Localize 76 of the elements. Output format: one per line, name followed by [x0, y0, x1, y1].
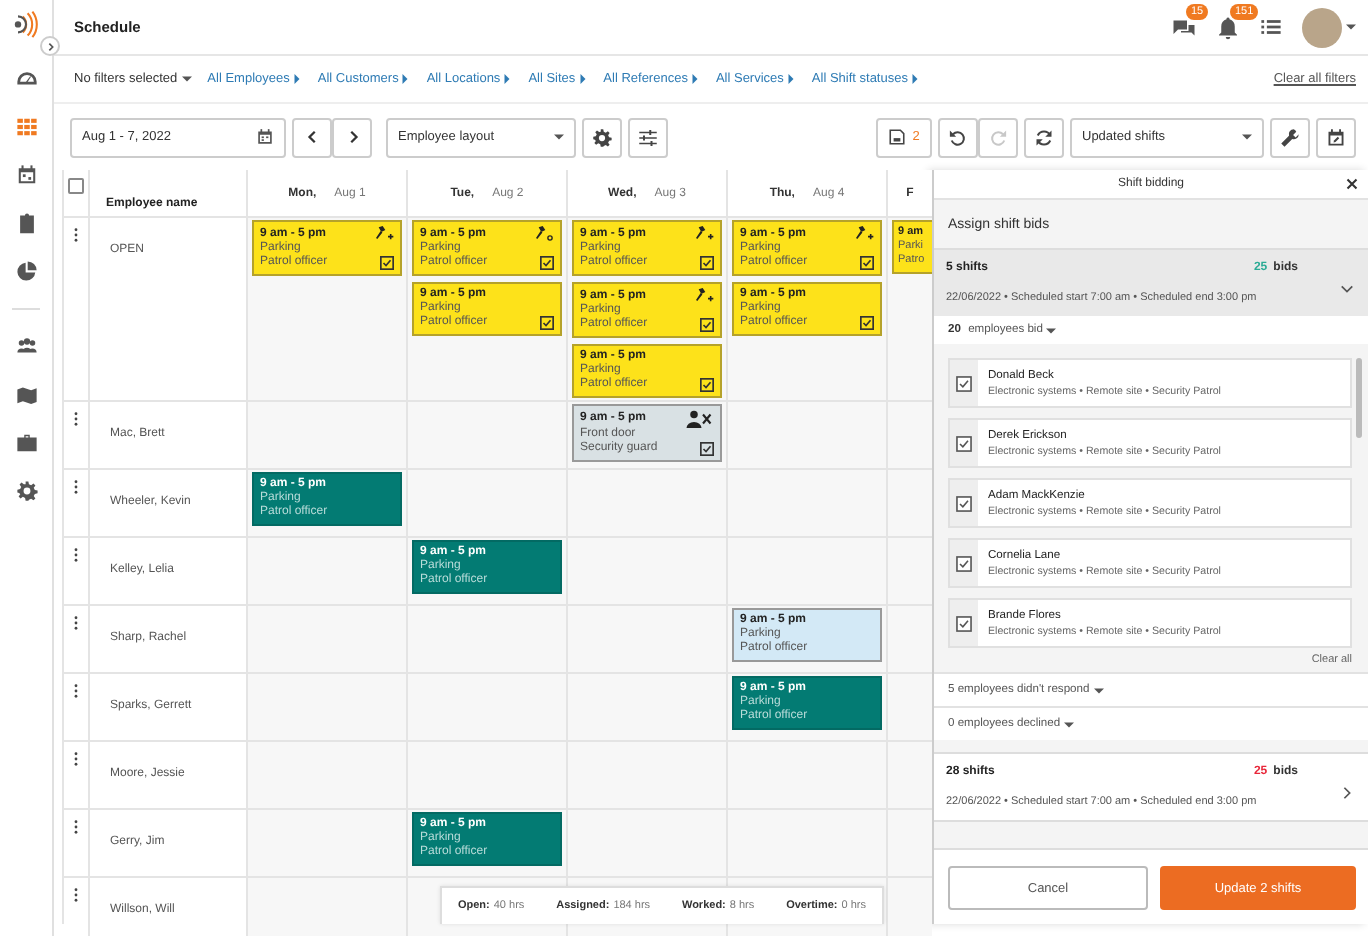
- schedule-cell[interactable]: [248, 674, 408, 740]
- caret-icon: [181, 74, 192, 84]
- checkbox[interactable]: [956, 435, 972, 451]
- remove-person-icon: [686, 410, 714, 428]
- undo-button[interactable]: [938, 117, 978, 157]
- caret-icon: [1242, 132, 1252, 142]
- schedule-cell[interactable]: [248, 878, 408, 936]
- save-icon: [888, 128, 907, 146]
- checkbox[interactable]: [956, 555, 972, 571]
- schedule-cell[interactable]: [888, 402, 932, 468]
- schedule-cell[interactable]: [248, 810, 408, 876]
- close-button[interactable]: [1346, 178, 1358, 190]
- pie-icon[interactable]: [15, 260, 37, 282]
- checkbox[interactable]: [956, 615, 972, 631]
- people-icon[interactable]: [15, 336, 37, 358]
- caret-icon: [689, 74, 700, 84]
- schedule-cell[interactable]: [888, 742, 932, 808]
- schedule-cell[interactable]: [248, 538, 408, 604]
- chevron-right-icon: [345, 130, 359, 144]
- map-icon[interactable]: [15, 384, 37, 406]
- checkbox[interactable]: [956, 375, 972, 391]
- checkbox[interactable]: [956, 495, 972, 511]
- chat-icon[interactable]: [1172, 15, 1196, 39]
- schedule-cell[interactable]: [888, 810, 932, 876]
- caret-icon: [909, 74, 920, 84]
- calendar-icon[interactable]: [15, 164, 37, 186]
- menu-icon[interactable]: [1260, 16, 1282, 38]
- schedule-cell[interactable]: [248, 402, 408, 468]
- schedule-cell[interactable]: [248, 742, 408, 808]
- caret-icon: [502, 74, 513, 84]
- caret-icon: [1046, 325, 1057, 335]
- wrench-icon: [1280, 127, 1300, 147]
- sliders-button[interactable]: [628, 117, 668, 157]
- caret-icon: [554, 132, 564, 142]
- schedule-cell[interactable]: [888, 470, 932, 536]
- scrollbar[interactable]: [1356, 358, 1362, 438]
- gear-icon[interactable]: [15, 480, 37, 502]
- settings-icon: [592, 127, 612, 147]
- clipboard-icon[interactable]: [15, 212, 37, 234]
- caret-icon: [1346, 22, 1356, 32]
- briefcase-icon[interactable]: [15, 432, 37, 454]
- calendar-edit-icon: [1326, 127, 1346, 147]
- select-all-checkbox[interactable]: [68, 178, 84, 194]
- gauge-icon[interactable]: [15, 68, 37, 90]
- grid-icon[interactable]: [15, 116, 37, 138]
- close-icon: [1346, 178, 1358, 190]
- caret-icon: [785, 74, 796, 84]
- caret-icon: [400, 74, 411, 84]
- refresh-button[interactable]: [1024, 117, 1064, 157]
- caret-icon: [1093, 685, 1104, 695]
- caret-icon: [1064, 719, 1075, 729]
- caret-icon: [291, 74, 302, 84]
- schedule-cell[interactable]: [888, 606, 932, 672]
- caret-icon: [577, 74, 588, 84]
- bell-icon[interactable]: [1216, 15, 1240, 39]
- avatar[interactable]: [1302, 7, 1342, 47]
- chevron-down-icon: [1340, 281, 1354, 295]
- chevron-right-icon: [1340, 785, 1354, 799]
- logo-icon: [10, 10, 42, 42]
- refresh-icon: [1034, 127, 1054, 147]
- schedule-cell[interactable]: [888, 538, 932, 604]
- settings-button[interactable]: [582, 117, 622, 157]
- chevron-left-icon: [305, 130, 319, 144]
- chevron-right-icon: [45, 41, 55, 51]
- redo-icon: [988, 127, 1008, 147]
- sliders-icon: [638, 127, 658, 147]
- schedule-cell[interactable]: [888, 674, 932, 740]
- next-button[interactable]: [332, 117, 372, 157]
- expand-button[interactable]: [40, 36, 60, 56]
- schedule-cell[interactable]: [248, 606, 408, 672]
- wrench-button[interactable]: [1270, 117, 1310, 157]
- calendar-edit-button[interactable]: [1316, 117, 1356, 157]
- undo-icon: [948, 127, 968, 147]
- previous-button[interactable]: [292, 117, 332, 157]
- calendar-icon: [256, 128, 274, 146]
- schedule-cell[interactable]: [888, 878, 932, 936]
